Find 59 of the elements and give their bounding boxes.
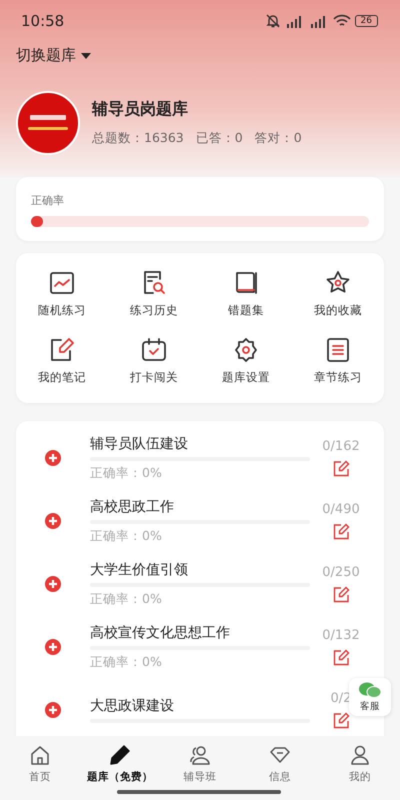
customer-service-button[interactable]: 客服 — [349, 678, 391, 716]
chat-bubbles-icon — [359, 682, 381, 698]
chapter-title[interactable]: 高校思政工作 — [90, 498, 310, 516]
edit-icon[interactable] — [332, 523, 350, 540]
chapter-accuracy: 正确率：0% — [90, 464, 163, 482]
chapter-count: 0/490 — [322, 502, 360, 517]
status-time: 10:58 — [21, 12, 64, 30]
people-icon — [189, 744, 211, 766]
tool-button[interactable]: 我的收藏 — [292, 269, 384, 318]
tool-button[interactable]: 随机练习 — [16, 269, 108, 318]
wifi-icon — [332, 14, 351, 28]
chapter-count: 0/162 — [322, 439, 360, 454]
chapter-count: 0/132 — [322, 628, 360, 643]
chapter-title[interactable]: 大学生价值引领 — [90, 560, 310, 578]
tool-button[interactable]: 我的笔记 — [16, 336, 108, 385]
expand-icon[interactable] — [45, 513, 61, 529]
nav-tab[interactable]: 信息 — [240, 744, 320, 784]
chapter-accuracy: 正确率：0% — [90, 528, 163, 544]
stat-text: 已答：0 — [196, 130, 243, 147]
edit-icon — [48, 336, 76, 364]
bank-name: 辅导员岗题库 — [92, 99, 189, 120]
nav-tab[interactable]: 题库（免费） — [80, 744, 160, 784]
dropdown-icon — [81, 52, 91, 58]
bank-logo-icon — [16, 91, 80, 155]
settings-icon — [232, 336, 260, 364]
tool-button[interactable]: 题库设置 — [200, 336, 292, 385]
edit-icon[interactable] — [332, 586, 350, 603]
tool-button[interactable]: 打卡闯关 — [108, 336, 200, 385]
expand-icon[interactable] — [45, 639, 61, 655]
tool-button[interactable]: 练习历史 — [108, 269, 200, 318]
user-icon — [349, 744, 371, 766]
chapter-count: 0/250 — [322, 565, 360, 580]
accuracy-label: 正确率 — [31, 193, 65, 208]
nav-tab[interactable]: 首页 — [0, 744, 80, 784]
edit-icon[interactable] — [332, 460, 350, 477]
chapter-title[interactable]: 大思政课建设 — [90, 697, 310, 715]
chapter-accuracy: 正确率：0% — [90, 654, 163, 670]
battery-level: 26 — [354, 15, 378, 27]
nav-tab[interactable]: 我的 — [320, 744, 400, 784]
chapter-title[interactable]: 辅导员队伍建设 — [90, 434, 310, 452]
stat-text: 总题数：16363 — [92, 130, 184, 147]
stat-text: 答对：0 — [254, 130, 302, 147]
expand-icon[interactable] — [45, 450, 61, 466]
tool-button[interactable]: 错题集 — [200, 269, 292, 318]
tool-button[interactable]: 章节练习 — [292, 336, 384, 385]
pencil-icon — [109, 744, 131, 766]
nav-tab[interactable]: 辅导班 — [160, 744, 240, 784]
expand-icon[interactable] — [45, 576, 61, 592]
chapter-accuracy: 正确率：0% — [90, 590, 163, 608]
home-icon — [29, 744, 51, 766]
expand-icon[interactable] — [45, 702, 61, 718]
switch-bank-button[interactable]: 切换题库 — [16, 46, 91, 65]
mute-icon — [264, 13, 281, 29]
document-icon — [324, 336, 352, 364]
calendar-icon — [140, 336, 168, 364]
chapter-title[interactable]: 高校宣传文化思想工作 — [90, 624, 310, 642]
chart-icon — [48, 269, 76, 297]
edit-icon[interactable] — [332, 712, 350, 729]
edit-icon[interactable] — [332, 649, 350, 666]
